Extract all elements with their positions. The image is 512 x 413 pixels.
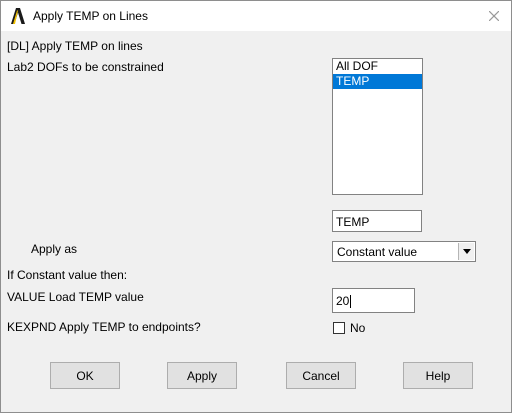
temp-value-text: 20	[336, 294, 350, 308]
list-item-all-dof[interactable]: All DOF	[333, 59, 422, 74]
apply-as-value: Constant value	[337, 245, 418, 259]
ok-button[interactable]: OK	[50, 362, 120, 389]
if-constant-label: If Constant value then:	[7, 268, 128, 282]
kexpnd-checkbox[interactable]	[333, 322, 345, 334]
dof-selection-value: TEMP	[336, 215, 370, 229]
cancel-button[interactable]: Cancel	[286, 362, 356, 389]
ansys-logo-icon	[9, 7, 27, 25]
close-icon[interactable]	[483, 5, 505, 27]
dof-listbox[interactable]: All DOF TEMP	[332, 58, 423, 195]
command-header: [DL] Apply TEMP on lines	[7, 39, 143, 53]
apply-button[interactable]: Apply	[167, 362, 237, 389]
lab2-label: Lab2 DOFs to be constrained	[7, 60, 164, 74]
list-item-temp[interactable]: TEMP	[333, 74, 422, 89]
dof-selection-field: TEMP	[332, 210, 422, 232]
help-button[interactable]: Help	[403, 362, 473, 389]
kexpnd-label: KEXPND Apply TEMP to endpoints?	[7, 320, 201, 334]
window-title: Apply TEMP on Lines	[33, 9, 148, 23]
text-caret	[350, 295, 352, 309]
temp-value-input[interactable]: 20	[332, 288, 415, 313]
kexpnd-checkbox-label[interactable]: No	[350, 321, 365, 335]
apply-as-label: Apply as	[31, 242, 78, 256]
apply-as-dropdown[interactable]: Constant value	[332, 241, 476, 262]
value-label: VALUE Load TEMP value	[7, 290, 144, 304]
title-bar: Apply TEMP on Lines	[1, 1, 511, 31]
apply-temp-dialog: Apply TEMP on Lines [DL] Apply TEMP on l…	[0, 0, 512, 413]
chevron-down-icon[interactable]	[458, 243, 474, 260]
